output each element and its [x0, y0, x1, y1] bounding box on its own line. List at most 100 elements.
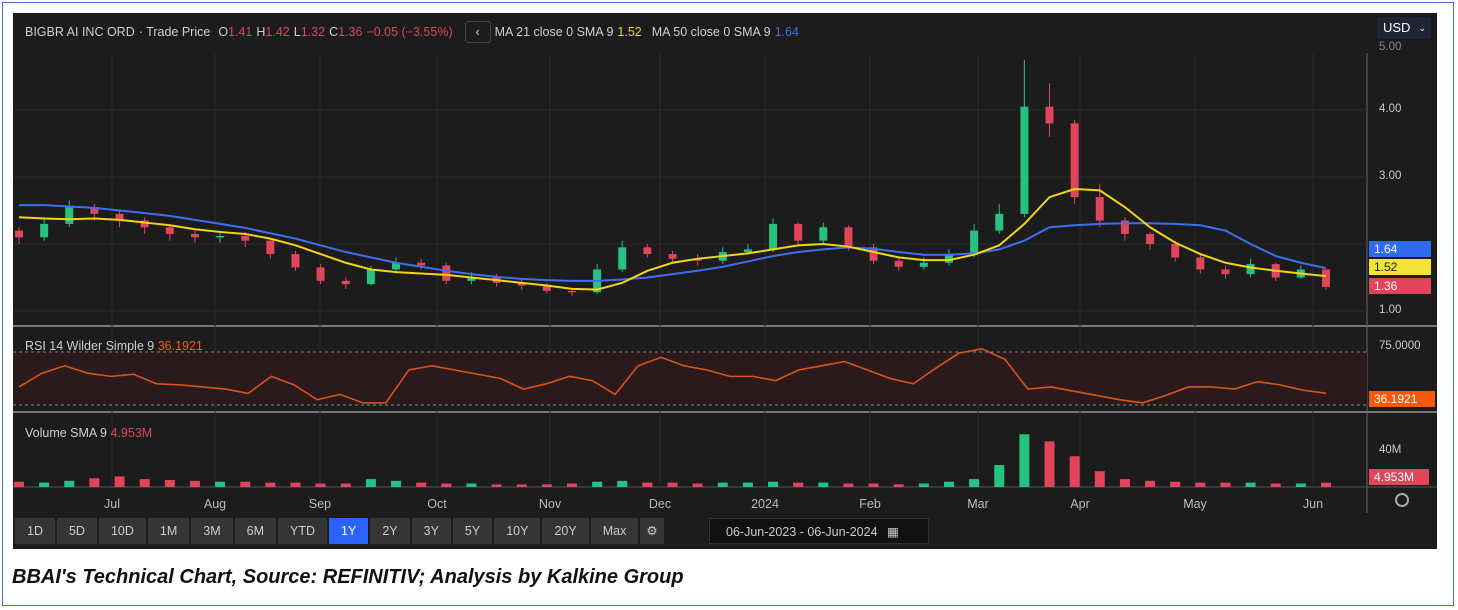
range-button-10y[interactable]: 10Y: [494, 518, 541, 544]
high-value: 1.42: [265, 25, 290, 39]
candle-body: [618, 247, 627, 270]
volume-bar: [240, 481, 251, 487]
x-tick-label: Mar: [967, 497, 989, 511]
volume-bar: [1119, 479, 1130, 487]
volume-bar: [139, 479, 150, 487]
volume-bar: [1245, 482, 1256, 487]
volume-bar: [491, 484, 502, 487]
range-button-1y[interactable]: 1Y: [329, 518, 369, 544]
calendar-icon: ▦: [887, 525, 899, 539]
candle-body: [819, 227, 828, 241]
candle-body: [1095, 197, 1104, 221]
candle-body: [316, 267, 325, 281]
close-price-tag: 1.36: [1369, 278, 1431, 294]
candle-body: [919, 262, 928, 267]
volume-value-tag: 4.953M: [1369, 469, 1429, 485]
ma50-price-tag: 1.64: [1369, 241, 1431, 257]
chart-canvas[interactable]: [13, 13, 1437, 549]
x-tick-label: Sep: [308, 497, 332, 511]
candle-body: [769, 223, 778, 250]
range-button-5d[interactable]: 5D: [56, 518, 97, 544]
volume-bar: [868, 483, 879, 487]
range-button-2y[interactable]: 2Y: [370, 518, 410, 544]
volume-bar: [793, 482, 804, 487]
figure-caption: BBAI's Technical Chart, Source: REFINITI…: [12, 566, 684, 588]
volume-bar: [541, 484, 552, 487]
volume-bar: [466, 483, 477, 487]
price-tick: 4.00: [1379, 103, 1402, 115]
volume-bar: [667, 482, 678, 487]
volume-bar: [994, 465, 1005, 487]
volume-bar: [164, 479, 175, 487]
candle-body: [794, 223, 803, 241]
volume-bar: [1270, 483, 1281, 487]
volume-bar: [818, 482, 829, 487]
volume-bar: [592, 481, 603, 487]
volume-bar: [14, 481, 24, 487]
range-toolbar: 1D 5D 10D 1M 3M 6M YTD 1Y 2Y 3Y 5Y 10Y 20Y Max ⚙: [15, 518, 664, 544]
volume-bar: [64, 480, 75, 487]
volume-tick: 40M: [1379, 444, 1402, 456]
range-button-6m[interactable]: 6M: [234, 518, 277, 544]
change-value: −0.05 (−3.55%): [366, 25, 453, 39]
settings-icon[interactable]: [1395, 493, 1409, 507]
range-button-ytd[interactable]: YTD: [278, 518, 328, 544]
rsi-value: 36.1921: [157, 339, 203, 353]
date-range-input[interactable]: 06-Jun-2023 - 06-Jun-2024 ▦: [709, 518, 929, 544]
range-button-5y[interactable]: 5Y: [452, 518, 493, 544]
candle-body: [743, 249, 752, 253]
volume-bar: [843, 483, 854, 487]
volume-legend: Volume SMA 9 4.953M: [25, 426, 152, 440]
volume-bar: [692, 483, 703, 487]
volume-bar: [717, 482, 728, 487]
candle-body: [1146, 233, 1155, 244]
candle-body: [1246, 264, 1255, 275]
candle-body: [1020, 106, 1029, 214]
candle-body: [190, 233, 199, 238]
gear-icon[interactable]: ⚙: [640, 518, 664, 544]
range-button-20y[interactable]: 20Y: [542, 518, 589, 544]
range-button-max[interactable]: Max: [590, 518, 639, 544]
currency-value: USD: [1383, 20, 1411, 35]
rsi-band: [13, 352, 1367, 405]
stock-chart[interactable]: BIGBR AI INC ORD · Trade Price O 1.41 H 1.…: [13, 13, 1437, 549]
symbol-name: BIGBR AI INC ORD: [25, 25, 135, 39]
volume-bar: [215, 481, 226, 487]
x-tick-label: Apr: [1070, 497, 1090, 511]
volume-bar: [1044, 441, 1055, 487]
volume-bar: [365, 479, 376, 487]
volume-bar: [1295, 483, 1306, 487]
close-value: 1.36: [338, 25, 363, 39]
rsi-label: RSI 14 Wilder Simple 9: [25, 339, 155, 353]
candle-body: [341, 280, 350, 285]
range-button-1m[interactable]: 1M: [147, 518, 190, 544]
currency-select[interactable]: USD ⌄: [1377, 17, 1431, 39]
candle-body: [417, 262, 426, 266]
volume-bar: [340, 483, 351, 487]
volume-bar: [1019, 434, 1030, 487]
candle-body: [844, 227, 853, 248]
low-label: L: [293, 25, 301, 39]
candle-body: [15, 230, 23, 238]
volume-bar: [265, 482, 276, 487]
range-button-1d[interactable]: 1D: [15, 518, 55, 544]
collapse-legend-button[interactable]: ‹: [464, 21, 491, 43]
volume-bar: [189, 480, 200, 487]
volume-bar: [39, 482, 50, 487]
candle-body: [366, 269, 375, 285]
range-button-3y[interactable]: 3Y: [411, 518, 451, 544]
candle-body: [995, 213, 1004, 231]
range-button-10d[interactable]: 10D: [98, 518, 146, 544]
x-tick-label: Dec: [648, 497, 672, 511]
date-from: 06-Jun-2023: [726, 525, 797, 539]
candle-body: [970, 230, 979, 255]
candle-body: [1171, 244, 1180, 258]
volume-bar: [315, 483, 326, 487]
candle-body: [668, 254, 677, 259]
range-button-3m[interactable]: 3M: [191, 518, 233, 544]
volume-bar: [1321, 482, 1331, 487]
volume-bar: [893, 484, 904, 487]
volume-bar: [617, 480, 628, 487]
candle-body: [643, 247, 652, 255]
ma21-value: 1.52: [617, 25, 642, 39]
